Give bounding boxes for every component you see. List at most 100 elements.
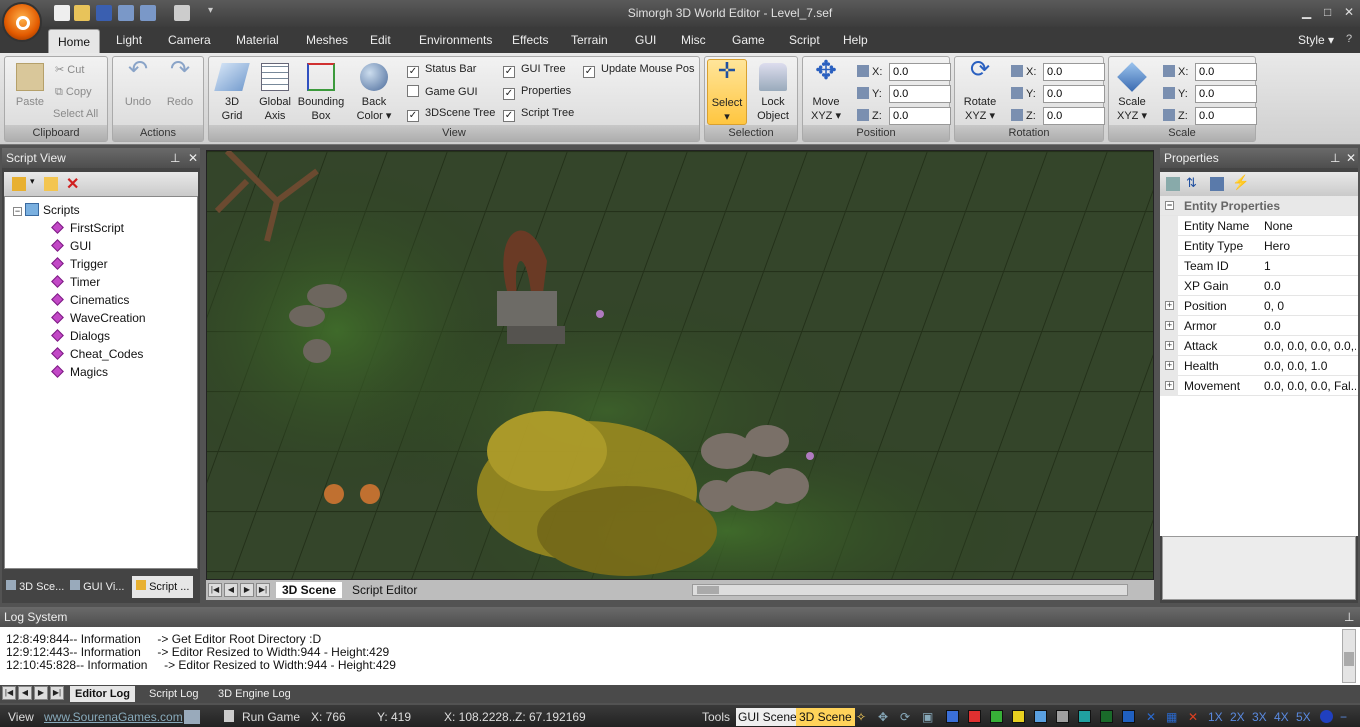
next-tab-icon[interactable]: ▶ [34, 686, 48, 700]
tab-3d-scene-tree[interactable]: 3D Sce... [6, 576, 64, 598]
prev-tab-icon[interactable]: ◀ [224, 583, 238, 597]
property-row[interactable]: + Armor 0.0 [1160, 316, 1358, 336]
property-value[interactable]: 0.0, 0.0, 0.0, 0.0,... [1264, 336, 1356, 356]
color-swatch[interactable] [968, 710, 981, 723]
first-tab-icon[interactable]: |◀ [208, 583, 222, 597]
measure-icon[interactable]: ▦ [1166, 710, 1177, 724]
horizontal-scrollbar[interactable] [692, 584, 1128, 596]
tab-3d-engine-log[interactable]: 3D Engine Log [213, 686, 296, 702]
tab-script-view[interactable]: Script ... [132, 576, 194, 598]
undo-button[interactable]: ↶ Undo [119, 58, 157, 109]
properties-checkbox[interactable]: ✓ Properties [503, 85, 571, 100]
game-gui-checkbox[interactable]: Game GUI [407, 85, 478, 98]
bounding-box-button[interactable]: Bounding Box [297, 63, 345, 123]
color-swatch[interactable] [1122, 710, 1135, 723]
color-swatch[interactable] [990, 710, 1003, 723]
scrollbar-thumb[interactable] [697, 586, 719, 594]
expand-icon[interactable]: + [1165, 381, 1174, 390]
paste-button[interactable]: Paste [11, 63, 49, 109]
position-z-input[interactable] [889, 107, 951, 125]
gui-scene-button[interactable]: GUI Scene [736, 708, 799, 726]
color-swatch[interactable] [1012, 710, 1025, 723]
property-row[interactable]: Entity Name None [1160, 216, 1358, 236]
color-swatch[interactable] [1100, 710, 1113, 723]
rotate-tool-icon[interactable]: ⟳ [900, 710, 910, 724]
tree-item[interactable]: Trigger [51, 257, 108, 271]
property-row[interactable]: Entity Type Hero [1160, 236, 1358, 256]
rotate-xyz-button[interactable]: ⟳ Rotate XYZ ▾ [959, 58, 1001, 123]
close-tool-icon[interactable]: ✕ [1188, 710, 1198, 724]
scale-z-input[interactable] [1195, 107, 1257, 125]
zoom-4x-button[interactable]: 4X [1274, 710, 1289, 724]
zoom-3x-button[interactable]: 3X [1252, 710, 1267, 724]
property-value[interactable]: Hero [1264, 236, 1356, 256]
property-value[interactable]: 0.0 [1264, 316, 1356, 336]
status-bar-checkbox[interactable]: ✓ Status Bar [407, 63, 476, 78]
tab-material[interactable]: Material [236, 33, 279, 47]
color-swatch[interactable] [946, 710, 959, 723]
back-color-button[interactable]: Back Color ▾ [351, 63, 397, 123]
zoom-5x-button[interactable]: 5X [1296, 710, 1311, 724]
scale-xyz-button[interactable]: Scale XYZ ▾ [1113, 62, 1151, 123]
color-swatch[interactable] [1056, 710, 1069, 723]
scale-y-input[interactable] [1195, 85, 1257, 103]
3d-grid-button[interactable]: 3D Grid [214, 63, 250, 123]
property-row[interactable]: + Attack 0.0, 0.0, 0.0, 0.0,... [1160, 336, 1358, 356]
collapse-icon[interactable]: − [1165, 201, 1174, 210]
property-row[interactable]: + Position 0, 0 [1160, 296, 1358, 316]
expand-icon[interactable]: + [1165, 301, 1174, 310]
move-xyz-button[interactable]: ✥ Move XYZ ▾ [807, 57, 845, 123]
tree-item[interactable]: Timer [51, 275, 100, 289]
update-mouse-pos-checkbox[interactable]: ✓ Update Mouse Pos [583, 63, 695, 78]
color-swatch[interactable] [1034, 710, 1047, 723]
last-tab-icon[interactable]: ▶| [50, 686, 64, 700]
expand-icon[interactable]: + [1165, 341, 1174, 350]
new-script-icon[interactable] [44, 177, 58, 191]
rotation-z-input[interactable] [1043, 107, 1105, 125]
minimize-icon[interactable]: ▁ [1302, 5, 1311, 19]
tab-home[interactable]: Home [48, 29, 100, 53]
script-tree-checkbox[interactable]: ✓ Script Tree [503, 107, 574, 122]
close-panel-icon[interactable]: ✕ [1346, 148, 1356, 168]
ruler-icon[interactable]: ✕ [1146, 710, 1156, 724]
select-tool-icon[interactable]: ✧ [856, 710, 866, 724]
pin-icon[interactable]: ⊥ [1344, 607, 1354, 627]
property-row[interactable]: XP Gain 0.0 [1160, 276, 1358, 296]
select-button[interactable]: ✛ Select ▾ [707, 59, 747, 125]
redo-button[interactable]: ↷ Redo [161, 58, 199, 109]
color-swatch[interactable] [1078, 710, 1091, 723]
events-icon[interactable]: ⚡ [1232, 174, 1249, 191]
tab-camera[interactable]: Camera [168, 33, 211, 47]
collapse-icon[interactable]: − [13, 207, 22, 216]
zoom-out-icon[interactable]: − [1340, 710, 1347, 724]
property-row[interactable]: + Movement 0.0, 0.0, 0.0, Fal... [1160, 376, 1358, 396]
property-value[interactable]: 0.0, 0.0, 1.0 [1264, 356, 1356, 376]
global-axis-button[interactable]: Global Axis [255, 63, 295, 123]
next-tab-icon[interactable]: ▶ [240, 583, 254, 597]
tab-gui-view[interactable]: GUI Vi... [70, 576, 124, 598]
expand-icon[interactable]: + [1165, 321, 1174, 330]
pin-icon[interactable]: ⊥ [170, 148, 180, 168]
tree-item[interactable]: Cinematics [51, 293, 129, 307]
position-y-input[interactable] [889, 85, 951, 103]
close-icon[interactable]: ✕ [1344, 5, 1354, 19]
tab-edit[interactable]: Edit [370, 33, 391, 47]
tab-script-editor[interactable]: Script Editor [346, 582, 423, 598]
property-row[interactable]: Team ID 1 [1160, 256, 1358, 276]
tree-item[interactable]: Cheat_Codes [51, 347, 143, 361]
close-panel-icon[interactable]: ✕ [188, 148, 198, 168]
prev-tab-icon[interactable]: ◀ [18, 686, 32, 700]
first-tab-icon[interactable]: |◀ [2, 686, 16, 700]
delete-icon[interactable]: ✕ [66, 174, 79, 194]
tab-script-log[interactable]: Script Log [144, 686, 204, 702]
scale-tool-icon[interactable]: ▣ [922, 710, 933, 724]
gui-tree-checkbox[interactable]: ✓ GUI Tree [503, 63, 566, 78]
tab-environments[interactable]: Environments [419, 33, 492, 47]
property-value[interactable]: 1 [1264, 256, 1356, 276]
3d-viewport[interactable] [206, 150, 1154, 580]
cut-button[interactable]: ✂ Cut [55, 63, 84, 77]
tab-misc[interactable]: Misc [681, 33, 706, 47]
run-settings-icon[interactable] [184, 710, 200, 724]
zoom-1x-button[interactable]: 1X [1208, 710, 1223, 724]
app-menu-button[interactable] [2, 2, 42, 42]
